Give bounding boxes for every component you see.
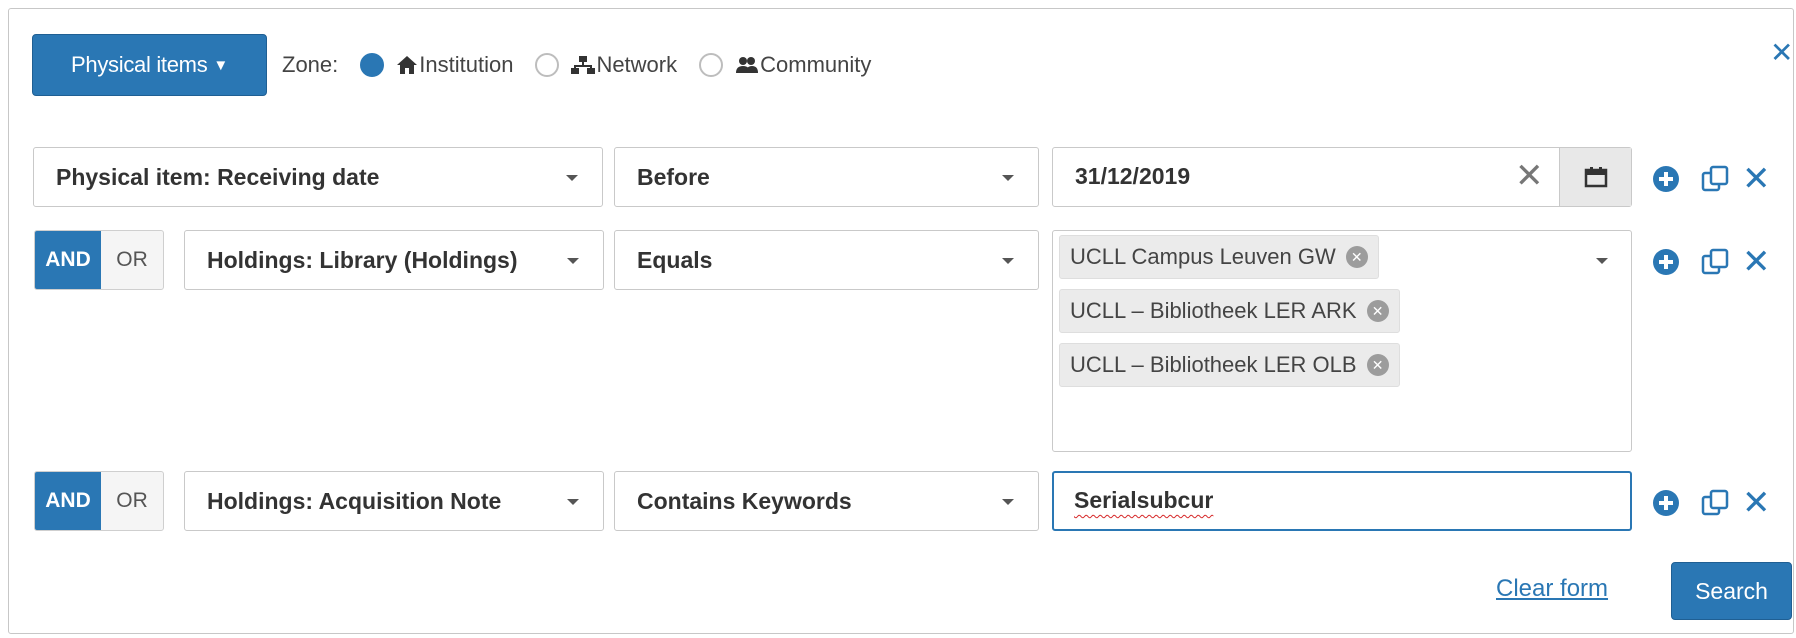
zone-option-label: Community [760,52,872,77]
zone-selector: Zone: Institution Network Community [282,48,893,82]
close-panel-button[interactable]: ✕ [1770,36,1793,69]
selected-chip: UCLL – Bibliotheek LER ARK ✕ [1059,289,1400,333]
multiselect-row-2[interactable]: UCLL Campus Leuven GW ✕ UCLL – Bibliothe… [1052,230,1632,452]
network-icon [571,56,596,74]
remove-row-icon[interactable]: ✕ [1742,162,1771,196]
chip-label: UCLL – Bibliotheek LER OLB [1070,352,1357,377]
selected-chip: UCLL – Bibliotheek LER OLB ✕ [1059,343,1400,387]
zone-option-institution[interactable]: Institution [360,52,513,78]
or-option[interactable]: OR [101,231,163,289]
add-row-icon[interactable] [1652,248,1680,276]
chevron-down-icon [567,258,579,264]
field-dropdown-row-1[interactable]: Physical item: Receiving date [33,147,603,207]
remove-row-icon[interactable]: ✕ [1742,486,1771,520]
search-type-label: Physical items [71,52,208,77]
calendar-button[interactable] [1559,148,1631,206]
and-option[interactable]: AND [35,472,101,530]
zone-option-label: Institution [419,52,514,77]
remove-row-icon[interactable]: ✕ [1742,245,1771,279]
condition-dropdown-row-1[interactable]: Before [614,147,1039,207]
condition-dropdown-value: Equals [637,246,713,273]
duplicate-row-icon[interactable] [1700,247,1730,277]
or-option[interactable]: OR [101,472,163,530]
chevron-down-icon [567,499,579,505]
chip-label: UCLL – Bibliotheek LER ARK [1070,298,1357,323]
community-icon [736,57,759,73]
calendar-icon [1584,167,1607,188]
search-type-dropdown-button[interactable]: Physical items ▼ [32,34,267,96]
field-dropdown-row-2[interactable]: Holdings: Library (Holdings) [184,230,604,290]
zone-option-network[interactable]: Network [535,52,677,78]
and-or-toggle-row-3[interactable]: AND OR [34,471,164,531]
add-row-icon[interactable] [1652,489,1680,517]
and-or-toggle-row-2[interactable]: AND OR [34,230,164,290]
condition-dropdown-row-3[interactable]: Contains Keywords [614,471,1039,531]
chevron-down-icon[interactable] [1596,258,1608,264]
date-value: 31/12/2019 [1075,163,1191,189]
condition-dropdown-row-2[interactable]: Equals [614,230,1039,290]
chevron-down-icon [1002,499,1014,505]
condition-dropdown-value: Contains Keywords [637,487,852,514]
keyword-input-row-3[interactable]: Serialsubcur [1052,471,1632,531]
radio-institution[interactable] [360,53,385,77]
duplicate-row-icon[interactable] [1700,488,1730,518]
chevron-down-icon [566,175,578,181]
zone-label: Zone: [282,52,339,77]
selected-chip: UCLL Campus Leuven GW ✕ [1059,235,1379,279]
field-dropdown-value: Holdings: Library (Holdings) [207,246,518,273]
keyword-value: Serialsubcur [1074,487,1214,513]
remove-chip-icon[interactable]: ✕ [1366,354,1389,376]
clear-form-link[interactable]: Clear form [1496,575,1608,603]
row-actions-2: ✕ [1652,245,1771,279]
date-input-row-1[interactable]: 31/12/2019 ✕ [1052,147,1632,207]
remove-chip-icon[interactable]: ✕ [1345,246,1368,268]
home-icon [397,56,418,74]
zone-option-label: Network [596,52,678,77]
search-button[interactable]: Search [1671,562,1792,620]
row-actions-3: ✕ [1652,486,1771,520]
clear-date-icon[interactable]: ✕ [1515,156,1544,196]
chip-label: UCLL Campus Leuven GW [1070,244,1336,269]
add-row-icon[interactable] [1652,165,1680,193]
and-option[interactable]: AND [35,231,101,289]
field-dropdown-value: Holdings: Acquisition Note [207,487,502,514]
duplicate-row-icon[interactable] [1700,164,1730,194]
condition-dropdown-value: Before [637,163,710,190]
field-dropdown-value: Physical item: Receiving date [56,163,380,190]
zone-option-community[interactable]: Community [699,52,871,78]
caret-down-icon: ▼ [213,56,228,74]
field-dropdown-row-3[interactable]: Holdings: Acquisition Note [184,471,604,531]
radio-community[interactable] [699,53,724,77]
remove-chip-icon[interactable]: ✕ [1366,300,1389,322]
row-actions-1: ✕ [1652,162,1771,196]
radio-network[interactable] [535,53,560,77]
chevron-down-icon [1002,258,1014,264]
chevron-down-icon [1002,175,1014,181]
